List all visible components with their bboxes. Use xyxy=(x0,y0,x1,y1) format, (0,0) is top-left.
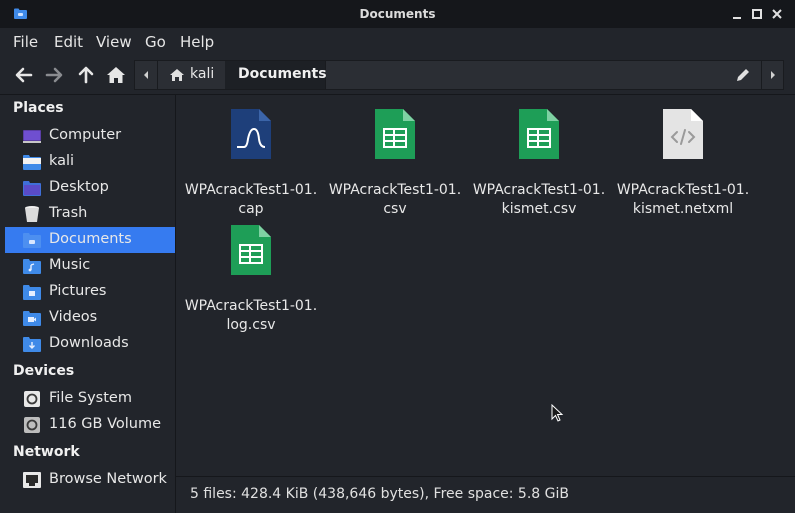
sidebar-item-pictures[interactable]: Pictures xyxy=(5,279,175,305)
sidebar-item-label: File System xyxy=(49,390,132,406)
sidebar-item-desktop[interactable]: Desktop xyxy=(5,175,175,201)
up-arrow-icon[interactable] xyxy=(75,64,97,86)
path-crumb-kali[interactable]: kali xyxy=(159,61,226,89)
sidebar-item-downloads[interactable]: Downloads xyxy=(5,331,175,357)
file-name: WPAcrackTest1-01. kismet.csv xyxy=(472,182,606,217)
desktop-folder-icon xyxy=(23,181,41,196)
sidebar-item-label: Music xyxy=(49,257,91,273)
home-icon[interactable] xyxy=(105,64,127,86)
minimize-button[interactable] xyxy=(729,6,745,22)
trash-icon xyxy=(25,206,39,222)
path-crumb-label: kali xyxy=(190,66,215,82)
maximize-icon xyxy=(752,9,762,19)
menu-bar: File Edit View Go Help xyxy=(0,28,795,56)
sidebar-item-116gb-volume[interactable]: 116 GB Volume xyxy=(5,412,175,438)
maximize-button[interactable] xyxy=(749,6,765,22)
spreadsheet-icon xyxy=(231,225,271,275)
documents-folder-icon xyxy=(23,233,41,248)
pictures-folder-icon xyxy=(23,285,41,300)
forward-arrow-icon[interactable] xyxy=(43,64,65,86)
network-icon xyxy=(23,472,41,488)
window-title: Documents xyxy=(359,7,436,21)
file-view[interactable]: WPAcrackTest1-01. cap WPAcrackTest1-01. … xyxy=(176,95,795,476)
file-name: WPAcrackTest1-01. cap xyxy=(184,182,318,217)
sidebar-item-music[interactable]: Music xyxy=(5,253,175,279)
sidebar-item-computer[interactable]: Computer xyxy=(5,123,175,149)
path-crumb-documents[interactable]: Documents xyxy=(225,61,327,89)
sidebar-item-file-system[interactable]: File System xyxy=(5,386,175,412)
mouse-pointer-icon xyxy=(551,404,564,422)
pencil-edit-icon[interactable] xyxy=(733,65,753,85)
cap-file-icon xyxy=(231,109,271,159)
path-crumb-label: Documents xyxy=(238,66,327,82)
close-button[interactable] xyxy=(769,6,785,22)
spreadsheet-icon xyxy=(519,109,559,159)
sidebar-item-label: Desktop xyxy=(49,179,109,195)
sidebar-item-documents[interactable]: Documents xyxy=(5,227,175,253)
sidebar-heading-network: Network xyxy=(13,444,80,460)
path-bar: kali Documents xyxy=(134,60,784,90)
sidebar-item-trash[interactable]: Trash xyxy=(5,201,175,227)
sidebar-item-videos[interactable]: Videos xyxy=(5,305,175,331)
spreadsheet-icon xyxy=(375,109,415,159)
chevron-left-icon xyxy=(144,71,148,79)
menu-go[interactable]: Go xyxy=(145,33,166,51)
sidebar-item-label: Pictures xyxy=(49,283,107,299)
sidebar-heading-devices: Devices xyxy=(13,363,75,379)
menu-file[interactable]: File xyxy=(13,33,38,51)
back-arrow-icon[interactable] xyxy=(13,64,35,86)
videos-folder-icon xyxy=(23,311,41,326)
path-scroll-right-button[interactable] xyxy=(761,61,784,89)
chevron-right-icon xyxy=(771,71,775,79)
sidebar-item-browse-network[interactable]: Browse Network xyxy=(5,467,175,493)
file-name: WPAcrackTest1-01. log.csv xyxy=(184,298,318,333)
title-bar[interactable]: Documents xyxy=(0,0,795,28)
xml-file-icon xyxy=(663,109,703,159)
menu-edit[interactable]: Edit xyxy=(54,33,83,51)
drive-icon xyxy=(24,391,40,407)
sidebar-item-label: kali xyxy=(49,153,75,169)
minimize-icon xyxy=(733,17,741,19)
sidebar-item-label: Computer xyxy=(49,127,122,143)
downloads-folder-icon xyxy=(23,337,41,352)
file-name: WPAcrackTest1-01. csv xyxy=(328,182,462,217)
computer-icon xyxy=(23,130,41,143)
music-folder-icon xyxy=(23,259,41,274)
home-icon xyxy=(170,69,184,81)
sidebar-item-label: Documents xyxy=(49,231,132,247)
path-scroll-left-button[interactable] xyxy=(135,61,158,89)
sidebar-item-kali[interactable]: kali xyxy=(5,149,175,175)
file-name: WPAcrackTest1-01. kismet.netxml xyxy=(616,182,750,217)
toolbar: kali Documents xyxy=(0,56,795,95)
file-manager-window: Documents File Edit View Go Help kali Do… xyxy=(0,0,795,513)
menu-help[interactable]: Help xyxy=(180,33,214,51)
status-bar: 5 files: 428.4 KiB (438,646 bytes), Free… xyxy=(176,476,795,513)
home-folder-icon xyxy=(23,155,41,170)
sidebar-item-label: Trash xyxy=(49,205,88,221)
sidebar-item-label: Videos xyxy=(49,309,98,325)
sidebar-item-label: Downloads xyxy=(49,335,129,351)
sidebar: Places Computer kali Desktop Trash Docum… xyxy=(0,95,176,513)
sidebar-item-label: 116 GB Volume xyxy=(49,416,162,432)
drive-icon xyxy=(24,417,40,433)
status-text: 5 files: 428.4 KiB (438,646 bytes), Free… xyxy=(190,486,569,502)
menu-view[interactable]: View xyxy=(96,33,132,51)
sidebar-heading-places: Places xyxy=(13,100,64,116)
sidebar-item-label: Browse Network xyxy=(49,471,167,487)
close-icon xyxy=(772,9,782,19)
